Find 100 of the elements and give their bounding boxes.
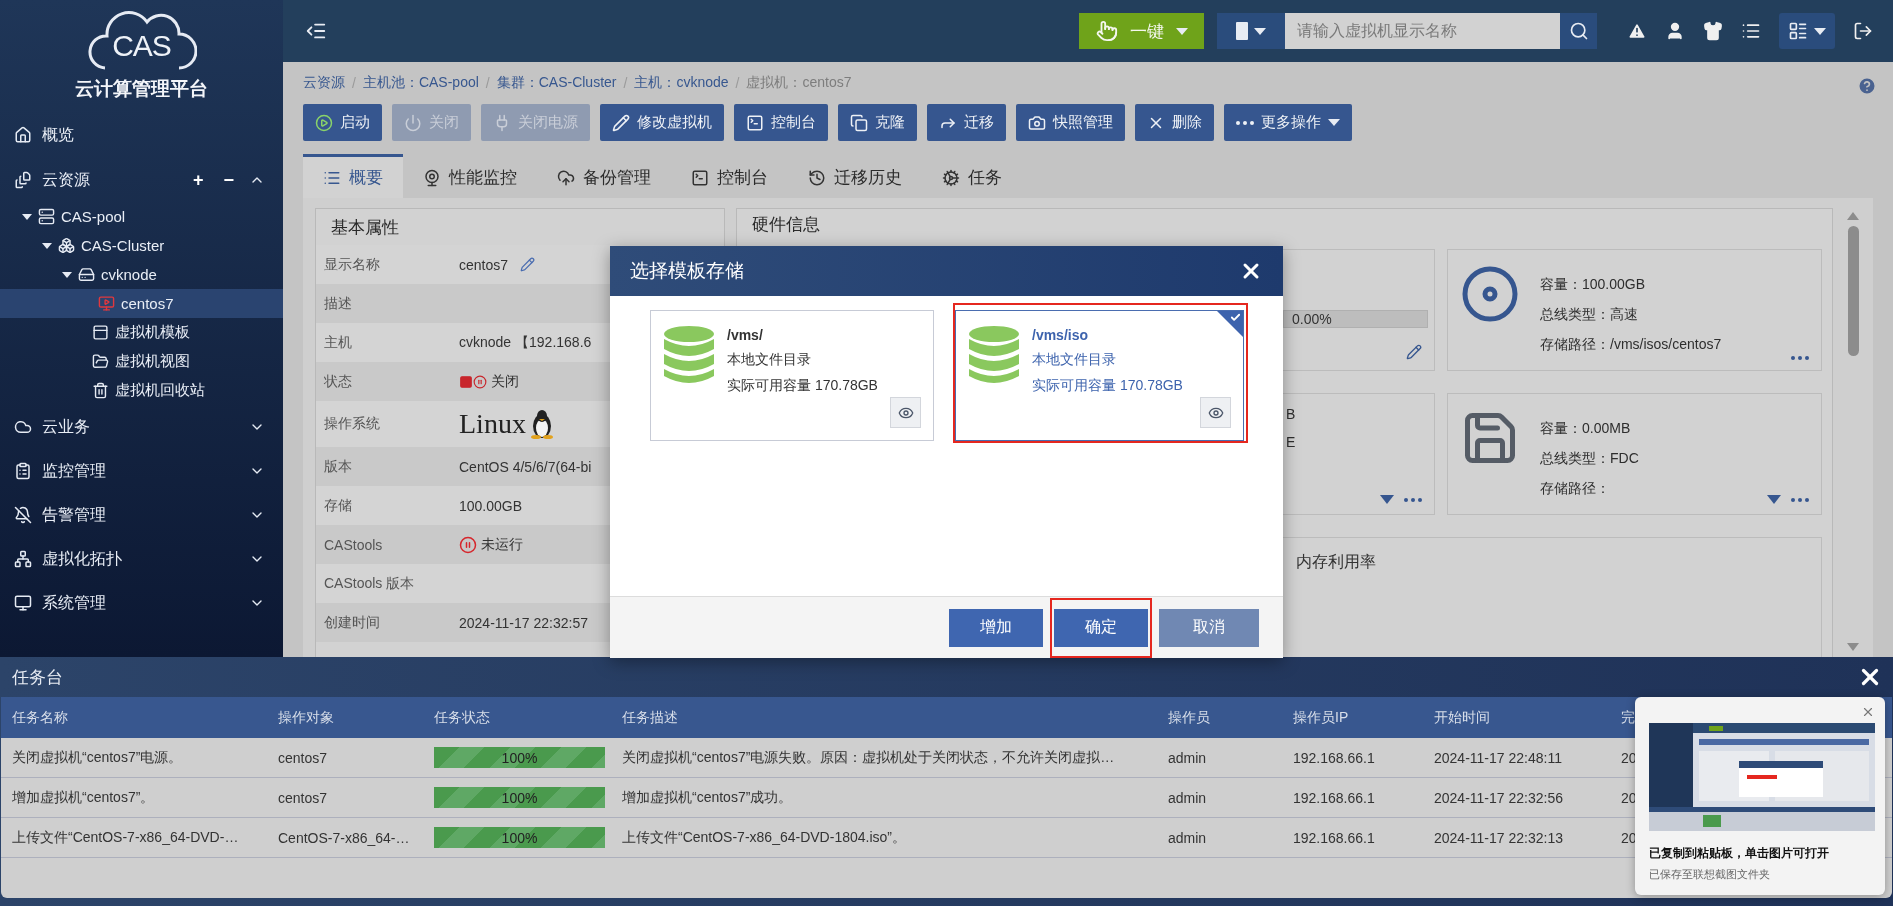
ellipsis-icon[interactable] <box>1791 497 1809 502</box>
prop-label: CAStools 版本 <box>323 574 416 593</box>
device-info: E <box>1286 434 1296 450</box>
list-layout-icon <box>1788 21 1808 41</box>
user-button[interactable] <box>1665 21 1685 41</box>
tree-action-button[interactable]: + <box>187 169 209 191</box>
vm-dropdown-button[interactable] <box>1217 13 1285 49</box>
breadcrumb-link[interactable]: 云资源 <box>303 74 345 92</box>
nav-item[interactable]: 虚拟化拓扑 <box>0 537 283 581</box>
theme-button[interactable] <box>1703 21 1723 41</box>
server-icon <box>38 208 55 225</box>
tab[interactable]: 性能监控 <box>403 154 537 198</box>
prop-value: 未运行 <box>481 535 523 554</box>
breadcrumb-separator: / <box>352 75 356 91</box>
table-cell-text: admin <box>1167 829 1208 846</box>
toolbar-button[interactable]: 快照管理 <box>1016 104 1125 141</box>
nav-item[interactable]: 告警管理 <box>0 493 283 537</box>
disc-icon <box>1460 264 1520 324</box>
panel-title: 任务台 <box>12 666 64 689</box>
terminal-icon <box>746 113 764 132</box>
tab[interactable]: 迁移历史 <box>788 154 922 198</box>
progress-reading: 100% <box>501 789 538 806</box>
list-button[interactable] <box>1741 21 1761 41</box>
device-info: 容量：100.00GB <box>1540 276 1647 294</box>
webcam-icon <box>423 168 441 187</box>
dialog-button[interactable]: 增加 <box>949 608 1043 647</box>
toolbar-button[interactable]: 更多操作 <box>1224 104 1352 141</box>
toolbar-button[interactable]: 控制台 <box>734 104 828 141</box>
layout-dropdown-button[interactable] <box>1779 13 1835 49</box>
tree-action-button[interactable]: − <box>218 169 239 191</box>
notification-popup[interactable]: 已复制到粘贴板，单击图片可打开 已保存至联想截图文件夹 <box>1635 697 1885 895</box>
tree-item[interactable]: centos7 <box>0 289 283 318</box>
tree-item[interactable]: 虚拟机视图 <box>0 347 283 376</box>
storage-card[interactable]: /vms/iso 本地文件目录 实际可用容量 170.78GB <box>955 310 1244 441</box>
breadcrumb-link[interactable]: 主机：cvknode <box>634 74 729 92</box>
toolbar-button[interactable]: 迁移 <box>927 104 1006 141</box>
toolbar-button[interactable]: 删除 <box>1135 104 1214 141</box>
breadcrumb-separator: / <box>735 75 740 91</box>
device-info: 存储路径： <box>1540 480 1611 498</box>
play-icon <box>315 113 333 132</box>
tree-item[interactable]: 虚拟机回收站 <box>0 376 283 405</box>
nav-item[interactable]: 云资源 + − <box>0 158 283 202</box>
tree-item[interactable]: CAS-Cluster <box>0 231 283 260</box>
notification-message: 已复制到粘贴板，单击图片可打开 <box>1649 845 1830 862</box>
tab[interactable]: 概要 <box>303 154 403 198</box>
search-button[interactable] <box>1560 13 1597 49</box>
nav-item[interactable]: 系统管理 <box>0 581 283 625</box>
ellipsis-icon[interactable] <box>1404 497 1422 502</box>
tab[interactable]: 控制台 <box>671 154 788 198</box>
storage-card[interactable]: /vms/ 本地文件目录 实际可用容量 170.78GB <box>650 310 934 441</box>
dialog-button[interactable]: 取消 <box>1159 608 1259 647</box>
breadcrumb-link[interactable]: 集群：CAS-Cluster <box>496 74 617 92</box>
vm-stopped-icon <box>459 374 487 389</box>
history-icon <box>808 168 826 187</box>
table-cell-text: CentOS-7-x86_64-… <box>277 829 411 846</box>
logout-button[interactable] <box>1853 21 1873 41</box>
caret-icon <box>1814 27 1826 35</box>
toolbar-button[interactable]: 启动 <box>303 104 382 141</box>
nav-item[interactable]: 概览 <box>0 112 283 158</box>
monitor-icon <box>14 594 32 612</box>
nav-item[interactable]: 云业务 <box>0 405 283 449</box>
breadcrumb-separator: / <box>623 75 628 91</box>
view-details-button[interactable] <box>890 397 921 428</box>
tab[interactable]: 备份管理 <box>537 154 671 198</box>
table-cell-text: centos7 <box>277 789 329 806</box>
breadcrumb-link[interactable]: 主机池：CAS-pool <box>362 74 479 92</box>
table-cell-text: 关闭虚拟机“centos7”电源失败。原因：虚拟机处于关闭状态，不允许关闭虚拟… <box>621 748 1116 767</box>
clipboard-icon <box>14 462 32 480</box>
search-icon <box>1568 21 1589 41</box>
search-field[interactable]: 请输入虚拟机显示名称 <box>1285 13 1560 49</box>
tree-item[interactable]: CAS-pool <box>0 202 283 231</box>
help-button[interactable] <box>1857 76 1877 96</box>
filter-icon <box>1380 495 1394 504</box>
tree-item[interactable]: cvknode <box>0 260 283 289</box>
notification-detail: 已保存至联想截图文件夹 <box>1649 867 1771 882</box>
toolbar-button[interactable]: 修改虚拟机 <box>600 104 724 141</box>
toolbar-button[interactable]: 克隆 <box>838 104 917 141</box>
cloud-upload-icon <box>557 168 575 187</box>
ellipsis-icon[interactable] <box>1791 356 1809 360</box>
column-header: 操作员IP <box>1292 708 1349 727</box>
tab[interactable]: 任务 <box>922 154 1022 198</box>
view-details-button[interactable] <box>1200 397 1231 428</box>
filter-icon <box>1767 495 1781 504</box>
dialog-button[interactable]: 确定 <box>1054 608 1148 647</box>
device-info: 容量：0.00MB <box>1540 420 1632 438</box>
pencil-icon <box>612 113 630 132</box>
scrollbar[interactable] <box>1845 212 1861 651</box>
table-cell-text: 关闭虚拟机“centos7”电源。 <box>11 748 184 767</box>
device-info: 存储路径：/vms/isos/centos7 <box>1540 336 1722 354</box>
app-title: 云计算管理平台 <box>75 77 208 101</box>
table-cell-text: 2024-11-17 22:32:13 <box>1433 829 1564 846</box>
tree-item[interactable]: 虚拟机模板 <box>0 318 283 347</box>
device-info: B <box>1286 406 1296 422</box>
alert-button[interactable] <box>1627 21 1647 41</box>
prop-value: 2024-11-17 22:32:57 <box>459 614 588 631</box>
nav-item[interactable]: 监控管理 <box>0 449 283 493</box>
ellipsis-icon[interactable] <box>1236 120 1254 125</box>
caret-icon <box>1175 27 1188 35</box>
device-info: 总线类型：FDC <box>1540 450 1639 468</box>
penguin-icon <box>529 409 554 439</box>
